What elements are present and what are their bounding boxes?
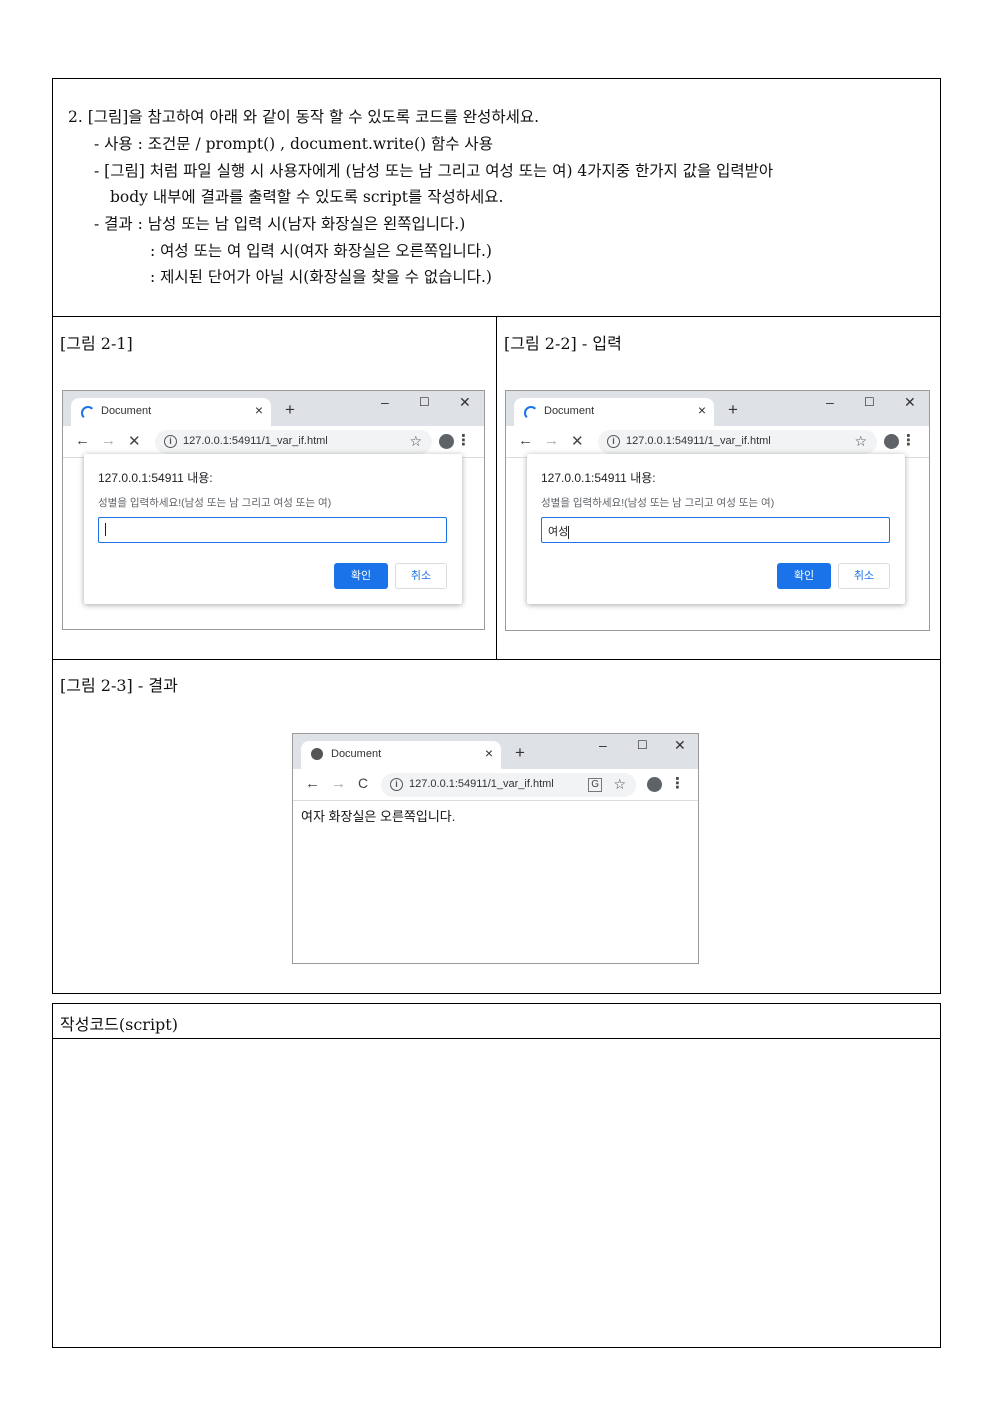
stop-icon[interactable]: ✕ [128, 432, 141, 450]
new-tab-icon[interactable]: + [285, 400, 295, 420]
code-input-area[interactable] [53, 1039, 940, 1347]
bookmark-star-icon[interactable]: ☆ [854, 433, 867, 450]
result-output-text: 여자 화장실은 오른쪽입니다. [301, 809, 456, 824]
text-caret [105, 523, 106, 536]
figure-2-3-browser: Document × + – ☐ ✕ ← → C i 127.0.0.1:549… [292, 733, 699, 964]
tab-close-icon[interactable]: × [255, 402, 263, 418]
figure-2-2-browser: Document × + – ☐ ✕ ← → ✕ i 127.0.0.1:549… [505, 390, 930, 631]
reload-icon[interactable]: C [358, 775, 368, 791]
maximize-icon[interactable]: ☐ [864, 395, 875, 409]
stop-icon[interactable]: ✕ [571, 432, 584, 450]
forward-arrow-icon[interactable]: → [331, 775, 346, 792]
cancel-button[interactable]: 취소 [838, 563, 890, 589]
back-arrow-icon[interactable]: ← [75, 432, 90, 449]
bookmark-star-icon[interactable]: ☆ [409, 433, 422, 450]
tab-title: Document [331, 748, 382, 760]
maximize-icon[interactable]: ☐ [637, 738, 648, 752]
forward-arrow-icon[interactable]: → [101, 432, 116, 449]
menu-kebab-icon[interactable]: ⋮ [456, 431, 471, 449]
question-result-2: : 여성 또는 여 입력 시(여자 화장실은 오른쪽입니다.) [150, 242, 492, 260]
minimize-icon[interactable]: – [381, 394, 389, 410]
cancel-button[interactable]: 취소 [395, 563, 447, 589]
prompt-dialog: 127.0.0.1:54911 내용: 성별을 입력하세요!(남성 또는 남 그… [84, 454, 462, 604]
maximize-icon[interactable]: ☐ [419, 395, 430, 409]
question-usage: - 사용 : 조건문 / prompt() , document.write()… [94, 135, 493, 153]
dialog-input[interactable]: 여성 [541, 517, 890, 543]
dialog-message: 성별을 입력하세요!(남성 또는 남 그리고 여성 또는 여) [541, 497, 775, 509]
new-tab-icon[interactable]: + [728, 400, 738, 420]
address-bar[interactable]: i 127.0.0.1:54911/1_var_if.html ☆ [155, 430, 432, 454]
ok-button[interactable]: 확인 [334, 563, 388, 589]
question-desc-2: body 내부에 결과를 출력할 수 있도록 script를 작성하세요. [110, 188, 504, 206]
new-tab-icon[interactable]: + [515, 743, 525, 763]
text-caret [568, 525, 570, 539]
tab-title: Document [101, 405, 152, 417]
browser-tab[interactable]: Document × [71, 398, 271, 426]
back-arrow-icon[interactable]: ← [305, 775, 320, 792]
question-title: 2. [그림]을 참고하여 아래 와 같이 동작 할 수 있도록 코드를 완성하… [68, 108, 540, 126]
loading-spinner-icon [81, 406, 95, 420]
minimize-icon[interactable]: – [826, 394, 834, 410]
dialog-message: 성별을 입력하세요!(남성 또는 남 그리고 여성 또는 여) [98, 497, 332, 509]
url-text: 127.0.0.1:54911/1_var_if.html [409, 778, 554, 790]
prompt-dialog: 127.0.0.1:54911 내용: 성별을 입력하세요!(남성 또는 남 그… [527, 454, 905, 604]
bookmark-star-icon[interactable]: ☆ [613, 776, 626, 793]
dialog-input[interactable] [98, 517, 447, 543]
url-text: 127.0.0.1:54911/1_var_if.html [626, 435, 771, 447]
url-text: 127.0.0.1:54911/1_var_if.html [183, 435, 328, 447]
account-avatar-icon[interactable] [647, 777, 662, 792]
ok-button[interactable]: 확인 [777, 563, 831, 589]
address-bar[interactable]: i 127.0.0.1:54911/1_var_if.html G ☆ [381, 773, 636, 797]
divider-figures [52, 659, 941, 660]
account-avatar-icon[interactable] [884, 434, 899, 449]
menu-kebab-icon[interactable]: ⋮ [901, 431, 916, 449]
globe-icon [311, 748, 323, 760]
browser-toolbar: ← → C i 127.0.0.1:54911/1_var_if.html G … [293, 769, 698, 801]
tab-bar: Document × + – ☐ ✕ [293, 734, 698, 769]
window-close-icon[interactable]: ✕ [674, 737, 686, 754]
tab-title: Document [544, 405, 595, 417]
dialog-title: 127.0.0.1:54911 내용: [541, 471, 656, 485]
account-avatar-icon[interactable] [439, 434, 454, 449]
code-section-title: 작성코드(script) [60, 1015, 178, 1034]
minimize-icon[interactable]: – [599, 737, 607, 753]
question-result-1: - 결과 : 남성 또는 남 입력 시(남자 화장실은 왼쪽입니다.) [94, 215, 466, 233]
divider-figures-vertical [496, 316, 497, 659]
tab-bar: Document × + – ☐ ✕ [63, 391, 484, 426]
back-arrow-icon[interactable]: ← [518, 432, 533, 449]
menu-kebab-icon[interactable]: ⋮ [670, 774, 685, 792]
window-close-icon[interactable]: ✕ [904, 394, 916, 411]
dialog-input-value: 여성 [548, 526, 569, 538]
figure-2-2-caption: [그림 2-2] - 입력 [504, 334, 622, 353]
window-close-icon[interactable]: ✕ [459, 394, 471, 411]
address-bar[interactable]: i 127.0.0.1:54911/1_var_if.html ☆ [598, 430, 877, 454]
info-icon[interactable]: i [164, 435, 177, 448]
figure-2-1-browser: Document × + – ☐ ✕ ← → ✕ i 127.0.0.1:549… [62, 390, 485, 630]
tab-close-icon[interactable]: × [698, 402, 706, 418]
browser-tab[interactable]: Document × [301, 741, 501, 769]
loading-spinner-icon [524, 406, 538, 420]
figure-2-3-caption: [그림 2-3] - 결과 [60, 676, 178, 695]
question-desc-1: - [그림] 처럼 파일 실행 시 사용자에게 (남성 또는 남 그리고 여성 … [94, 162, 774, 180]
info-icon[interactable]: i [390, 778, 403, 791]
tab-bar: Document × + – ☐ ✕ [506, 391, 929, 426]
tab-close-icon[interactable]: × [485, 745, 493, 761]
translate-icon[interactable]: G [588, 778, 602, 792]
question-result-3: : 제시된 단어가 아닐 시(화장실을 찾을 수 없습니다.) [150, 268, 492, 286]
dialog-title: 127.0.0.1:54911 내용: [98, 471, 213, 485]
browser-tab[interactable]: Document × [514, 398, 714, 426]
info-icon[interactable]: i [607, 435, 620, 448]
figure-2-1-caption: [그림 2-1] [60, 334, 133, 353]
forward-arrow-icon[interactable]: → [544, 432, 559, 449]
